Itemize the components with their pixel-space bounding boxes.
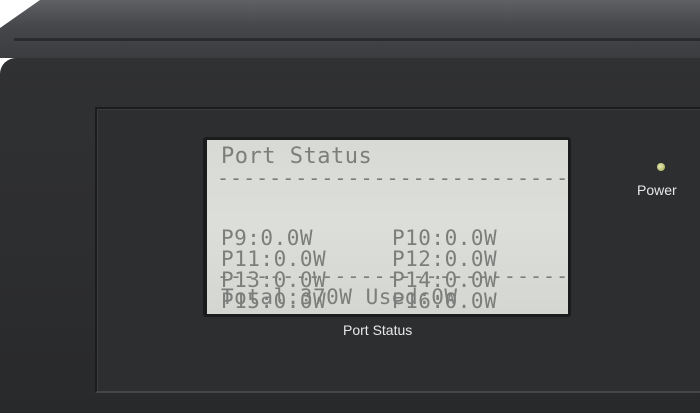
chassis-seam — [14, 38, 700, 41]
lcd-power-summary: Total:370W Used:0W — [221, 285, 458, 309]
lcd-caption: Port Status — [343, 322, 413, 338]
lcd-display: Port Status ----------------------------… — [207, 140, 568, 314]
power-led-icon — [657, 163, 665, 171]
lcd-divider-bottom: ----------------------------- — [217, 264, 568, 288]
power-label: Power — [637, 182, 677, 198]
lcd-title: Port Status — [221, 144, 373, 169]
chassis-top — [0, 0, 700, 58]
